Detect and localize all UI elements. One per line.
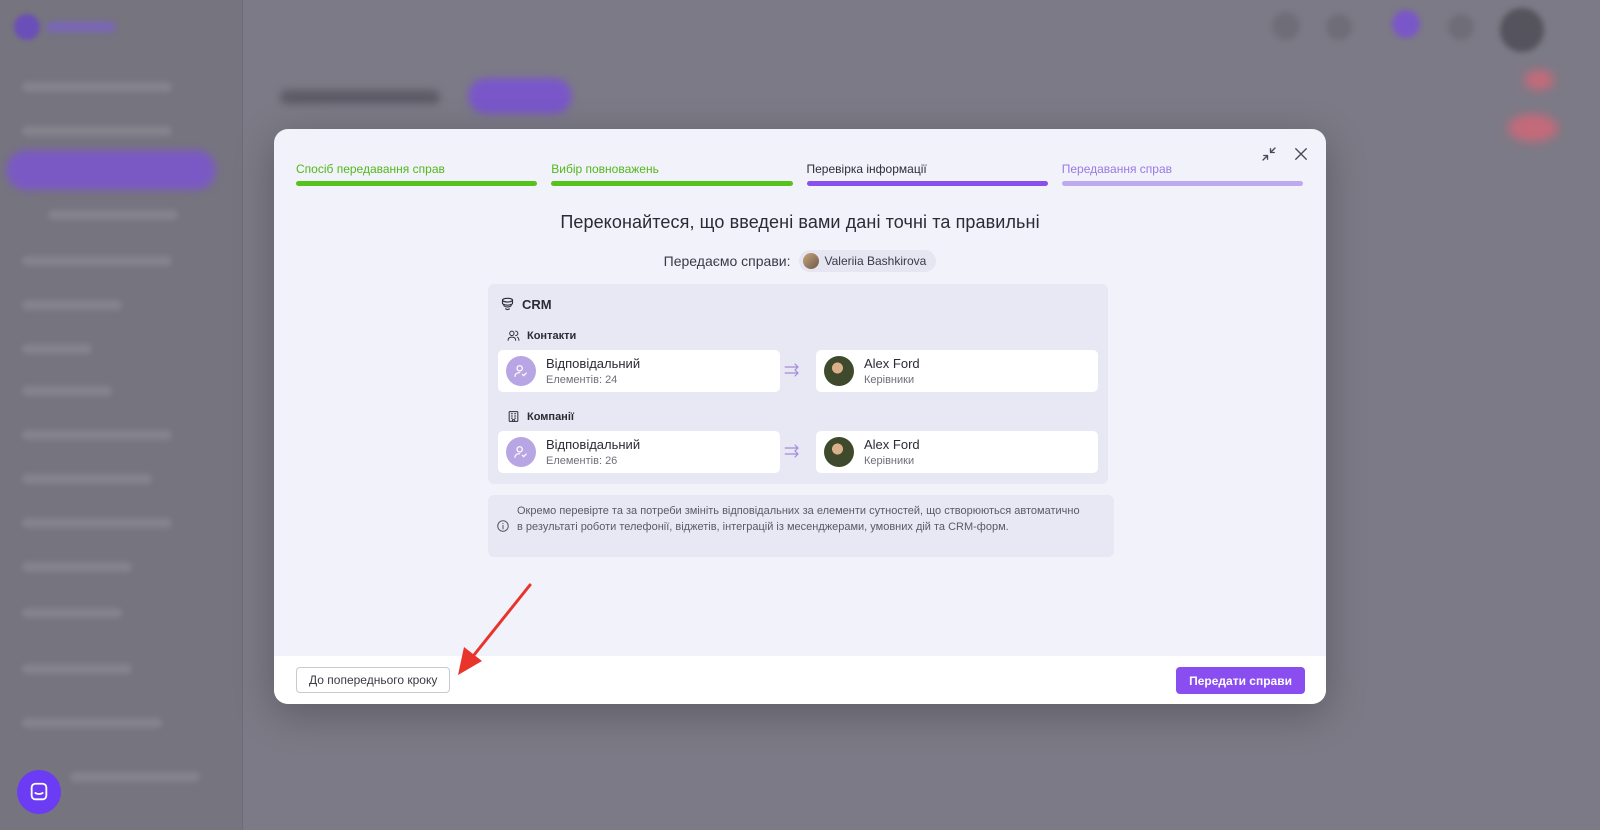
to-card-companies: Alex Ford Керівники: [816, 431, 1098, 473]
step-transfer: Передавання справ: [1061, 162, 1303, 186]
chat-launcher-button[interactable]: [17, 770, 61, 814]
background-badge: [1524, 70, 1554, 90]
background-nav-item: [22, 126, 172, 136]
crm-title: CRM: [522, 297, 552, 312]
background-nav-item: [22, 82, 172, 92]
background-nav-active: [6, 150, 216, 190]
background-nav-item: [22, 344, 92, 354]
transfer-cases-modal: Спосіб передавання справ Вибір повноваже…: [274, 129, 1326, 704]
step-progress-bar: [806, 181, 1048, 186]
stepper: Спосіб передавання справ Вибір повноваже…: [296, 162, 1303, 186]
avatar: [802, 253, 819, 269]
section-title-label: Контакти: [527, 329, 577, 342]
from-card-contacts: Відповідальний Елементів: 24: [498, 350, 780, 392]
transfer-arrow-icon: [784, 444, 799, 458]
background-nav-item: [22, 664, 132, 674]
card-title: Alex Ford: [864, 437, 920, 452]
background-sidebar: [0, 0, 243, 830]
background-nav-item: [48, 210, 178, 220]
transfer-from-line: Передаємо справи: Valeriia Bashkirova: [274, 250, 1326, 272]
section-title-contacts: Контакти: [507, 329, 576, 342]
background-logo: [14, 14, 40, 40]
modal-footer: До попереднього кроку Передати справи: [274, 656, 1326, 704]
background-nav-item: [22, 474, 152, 484]
background-nav-item: [22, 718, 162, 728]
card-subtitle: Керівники: [864, 455, 915, 467]
background-pill-button: [468, 78, 572, 114]
background-nav-item: [22, 608, 122, 618]
section-title-label: Компанії: [527, 410, 574, 423]
background-topbar-icon: [1272, 12, 1300, 40]
database-icon: [501, 297, 514, 311]
step-progress-bar: [296, 181, 538, 186]
info-text: Окремо перевірте та за потреби змініть в…: [517, 505, 1080, 533]
section-title-companies: Компанії: [507, 410, 574, 423]
background-nav-item: [70, 772, 200, 782]
background-logo-text: [46, 22, 116, 32]
building-icon: [508, 411, 519, 422]
background-nav-item: [22, 430, 172, 440]
background-topbar-icon: [1326, 14, 1352, 40]
crm-summary-box: CRM Контакти Відповідальний Елементів: 2…: [488, 284, 1108, 484]
background-page-title: [280, 90, 440, 104]
background-nav-item: [22, 518, 172, 528]
card-subtitle: Елементів: 24: [546, 374, 618, 386]
card-title: Alex Ford: [864, 356, 920, 371]
background-user-avatar: [1500, 8, 1544, 52]
crm-header: CRM: [500, 297, 552, 312]
transfer-arrow-icon: [784, 363, 799, 377]
background-nav-item: [22, 300, 122, 310]
info-icon: [497, 520, 509, 532]
transfer-label: Передаємо справи:: [663, 253, 791, 269]
step-review: Перевірка інформації: [806, 162, 1048, 186]
step-label: Вибір повноважень: [551, 162, 659, 176]
modal-heading: Переконайтеся, що введені вами дані точн…: [560, 212, 1040, 232]
card-subtitle: Керівники: [864, 374, 915, 386]
step-label: Спосіб передавання справ: [296, 162, 445, 176]
step-progress-bar: [551, 181, 793, 186]
avatar: [824, 437, 854, 467]
close-icon: [1295, 148, 1307, 160]
from-card-companies: Відповідальний Елементів: 26: [498, 431, 780, 473]
transfer-user-name: Valeriia Bashkirova: [824, 254, 927, 268]
responsible-role-icon: [506, 356, 536, 386]
background-nav-item: [22, 386, 112, 396]
background-nav-item: [22, 562, 132, 572]
card-title: Відповідальний: [546, 356, 641, 371]
background-topbar-icon: [1392, 10, 1420, 38]
previous-step-button[interactable]: До попереднього кроку: [296, 667, 451, 693]
step-progress-bar: [1061, 181, 1303, 186]
background-badge: [1508, 114, 1558, 142]
step-permissions: Вибір повноважень: [551, 162, 793, 186]
transfer-user-chip: Valeriia Bashkirova: [798, 250, 937, 272]
transfer-cases-button[interactable]: Передати справи: [1176, 667, 1305, 694]
avatar: [824, 356, 854, 386]
info-note: Окремо перевірте та за потреби змініть в…: [488, 495, 1114, 557]
step-label: Перевірка інформації: [806, 162, 927, 176]
background-nav-item: [22, 256, 172, 266]
minimize-icon: [1262, 147, 1276, 161]
background-topbar-icon: [1448, 14, 1474, 40]
step-transfer-method: Спосіб передавання справ: [296, 162, 538, 186]
chat-icon: [30, 782, 48, 801]
to-card-contacts: Alex Ford Керівники: [816, 350, 1098, 392]
card-subtitle: Елементів: 26: [546, 455, 618, 467]
card-title: Відповідальний: [546, 437, 641, 452]
step-label: Передавання справ: [1061, 162, 1173, 176]
users-icon: [507, 330, 520, 341]
responsible-role-icon: [506, 437, 536, 467]
